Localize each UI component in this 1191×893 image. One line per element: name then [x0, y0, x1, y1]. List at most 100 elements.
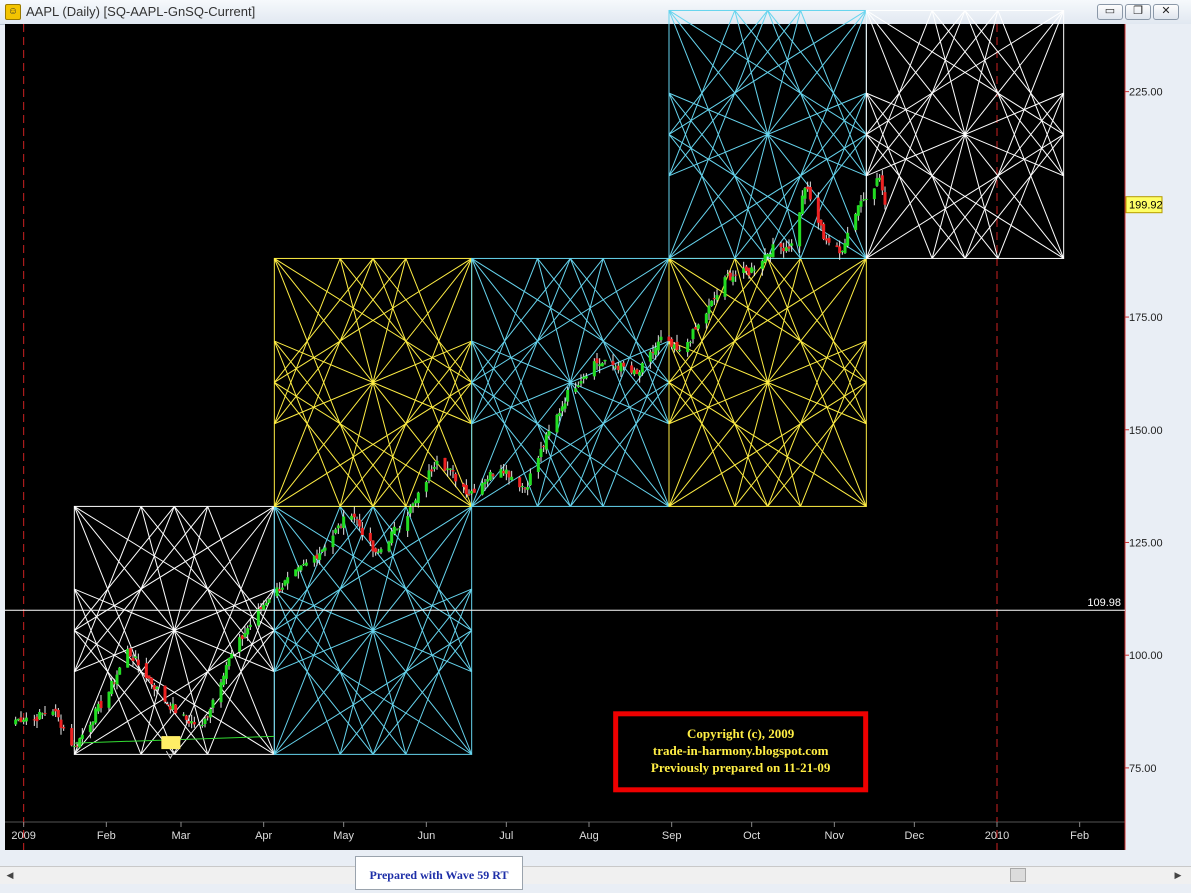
scroll-thumb[interactable]	[1010, 868, 1026, 882]
candle-up	[398, 528, 402, 530]
candle-down	[694, 327, 698, 330]
candle-up	[427, 470, 431, 481]
candle-down	[278, 589, 282, 592]
candle-up	[16, 718, 20, 721]
candle-up	[294, 569, 298, 577]
candle-up	[243, 633, 247, 638]
candle-up	[486, 479, 490, 482]
candle-up	[752, 269, 756, 271]
candle-up	[574, 388, 578, 392]
candle-up	[798, 212, 802, 247]
candle-up	[320, 549, 324, 552]
candle-up	[387, 541, 391, 552]
candle-up	[672, 344, 676, 349]
candle-up	[526, 487, 530, 490]
candle-down	[54, 708, 58, 712]
candle-up	[592, 361, 596, 377]
candle-up	[539, 448, 543, 457]
scroll-right-icon[interactable]: ▶	[1170, 867, 1186, 883]
candle-up	[51, 711, 55, 715]
candle-up	[723, 277, 727, 297]
candle-up	[296, 567, 300, 572]
candle-down	[675, 341, 679, 350]
candle-up	[763, 254, 767, 263]
candle-up	[88, 724, 92, 733]
candle-up	[707, 305, 711, 314]
candle-up	[24, 717, 28, 722]
candle-up	[691, 329, 695, 340]
candle-up	[582, 376, 586, 379]
candle-up	[190, 721, 194, 724]
candle-up	[262, 605, 266, 610]
candle-down	[816, 197, 820, 223]
candle-down	[168, 705, 172, 710]
candle-down	[806, 186, 810, 190]
candle-down	[360, 527, 364, 536]
candle-up	[336, 525, 340, 529]
candle-up	[264, 602, 268, 606]
candle-up	[704, 313, 708, 324]
chart-svg[interactable]: 109.98 Copyright (c), 2009 trade-in-harmon…	[0, 0, 1191, 892]
gann-square-cyan	[668, 9, 867, 259]
candle-up	[510, 476, 514, 481]
candle-down	[59, 719, 63, 728]
candle-up	[846, 232, 850, 246]
horizontal-scrollbar[interactable]: ◀ ▶	[0, 866, 1191, 884]
price-tick-label: 100.00	[1129, 650, 1163, 662]
candle-down	[630, 365, 634, 373]
candle-up	[80, 734, 84, 740]
candle-up	[256, 608, 260, 626]
candle-down	[747, 267, 751, 276]
candle-up	[342, 516, 346, 528]
candle-up	[800, 195, 804, 214]
candle-down	[144, 663, 148, 679]
candle-down	[670, 338, 674, 347]
candle-up	[715, 295, 719, 300]
candle-up	[504, 469, 508, 474]
candle-down	[32, 719, 36, 721]
candle-down	[616, 365, 620, 370]
candle-down	[358, 519, 362, 527]
candle-up	[659, 336, 663, 341]
candle-up	[862, 199, 866, 201]
candle-down	[352, 513, 356, 518]
candle-up	[126, 648, 130, 668]
time-tick-label: Jun	[417, 830, 435, 842]
candle-up	[248, 624, 252, 627]
candle-down	[838, 246, 842, 254]
candle-up	[432, 467, 436, 469]
candle-up	[406, 516, 410, 531]
scroll-left-icon[interactable]: ◀	[2, 867, 18, 883]
candle-down	[184, 715, 188, 720]
candle-down	[523, 488, 527, 490]
candle-up	[390, 531, 394, 544]
candle-up	[600, 363, 604, 367]
candle-down	[880, 175, 884, 191]
time-tick-label: Mar	[172, 830, 191, 842]
candle-up	[619, 362, 623, 372]
candle-up	[563, 403, 567, 409]
candle-up	[200, 724, 204, 727]
candle-up	[731, 276, 735, 282]
time-tick-label: Feb	[1070, 830, 1089, 842]
candle-down	[808, 186, 812, 200]
candle-up	[854, 213, 858, 231]
candle-down	[99, 700, 103, 709]
candle-down	[56, 709, 60, 718]
candle-up	[771, 244, 775, 258]
candle-down	[374, 548, 378, 553]
candle-up	[107, 691, 111, 708]
candle-up	[872, 188, 876, 200]
candle-down	[131, 657, 135, 662]
candle-up	[520, 486, 524, 488]
candle-up	[555, 414, 559, 433]
candle-down	[635, 369, 639, 374]
time-tick-label: Nov	[825, 830, 845, 842]
candle-down	[819, 219, 823, 226]
candle-up	[878, 177, 882, 180]
candle-up	[94, 708, 98, 723]
candle-up	[528, 473, 532, 486]
candle-up	[488, 471, 492, 481]
candle-up	[750, 267, 754, 273]
candle-down	[782, 247, 786, 252]
